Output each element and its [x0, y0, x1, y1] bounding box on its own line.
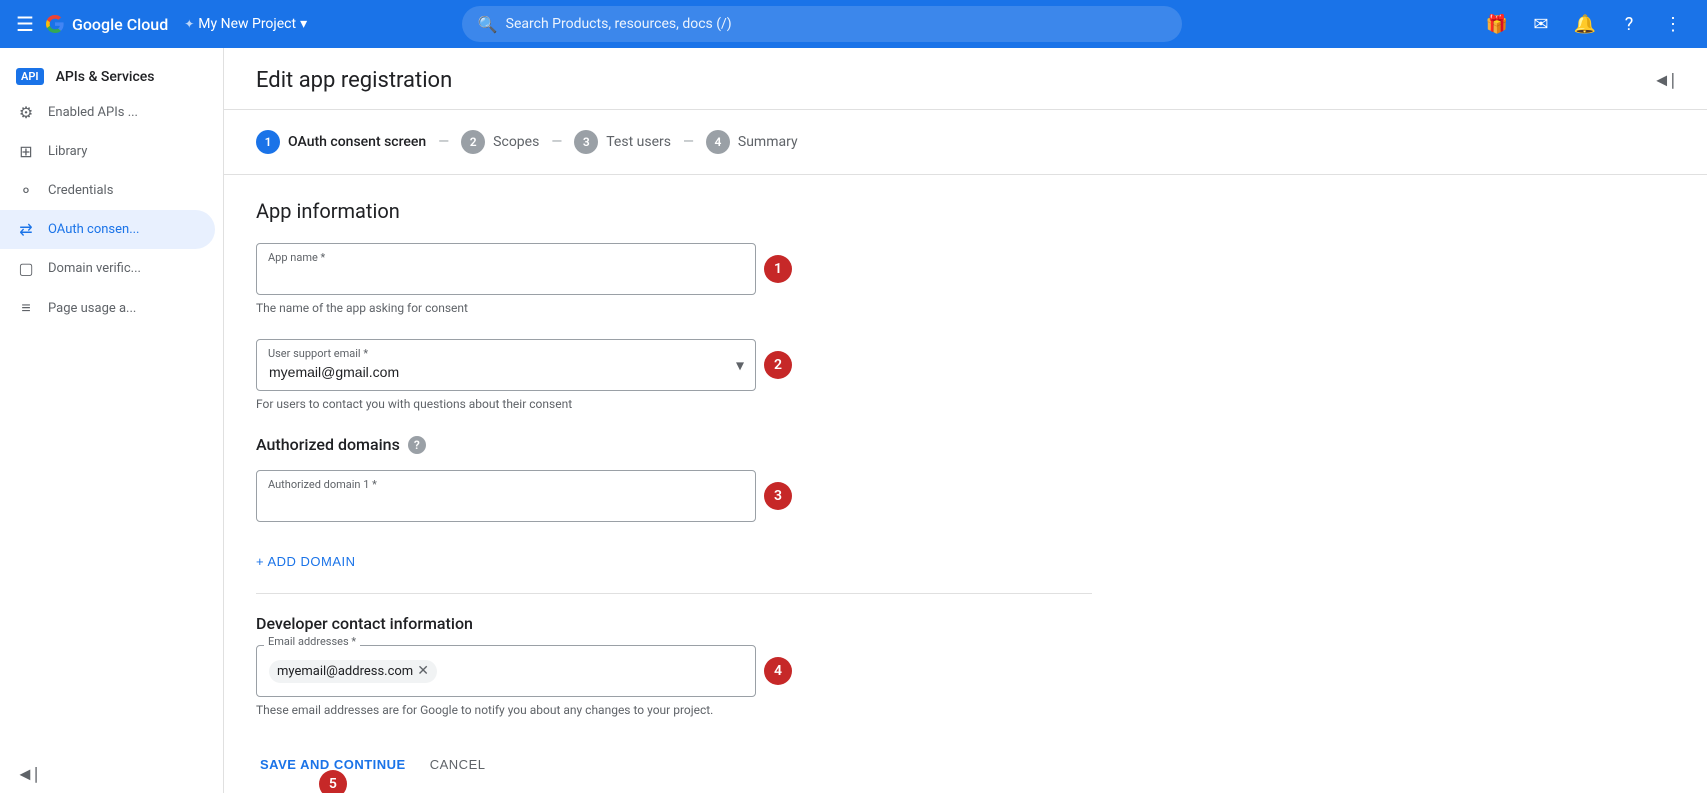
user-support-email-field-group: User support email * myemail@gmail.com ▾…	[256, 339, 1092, 411]
project-dropdown-icon: ▾	[300, 16, 307, 32]
save-btn-wrapper: SAVE AND CONTINUE 5	[256, 749, 410, 780]
bottom-collapse-icon: ◄|	[16, 764, 38, 785]
page-header: Edit app registration ◄|	[224, 48, 1707, 110]
app-name-field-group: App name * 1 The name of the app asking …	[256, 243, 1092, 315]
library-icon: ⊞	[16, 142, 36, 161]
user-support-email-wrapper: User support email * myemail@gmail.com ▾…	[256, 339, 756, 391]
bell-icon-btn[interactable]: 🔔	[1567, 6, 1603, 42]
sidebar-item-domain-verif[interactable]: ▢ Domain verific...	[0, 249, 215, 288]
step-4-label: Summary	[738, 134, 798, 150]
email-chip-text: myemail@address.com	[277, 664, 413, 679]
step-3: 3 Test users	[574, 130, 671, 154]
project-name: My New Project	[198, 16, 296, 32]
add-domain-button[interactable]: + ADD DOMAIN	[256, 546, 356, 577]
app-name-hint: The name of the app asking for consent	[256, 301, 1092, 315]
page-title: Edit app registration	[256, 68, 452, 93]
step-1-circle: 1	[256, 130, 280, 154]
app-name-input-wrapper: App name * 1	[256, 243, 756, 295]
search-icon: 🔍	[478, 15, 498, 34]
step-4-circle: 4	[706, 130, 730, 154]
app-info-title: App information	[256, 199, 1092, 223]
step-divider-2: —	[551, 134, 562, 150]
user-support-email-hint: For users to contact you with questions …	[256, 397, 1092, 411]
logo-text: Google Cloud	[72, 15, 168, 34]
step-3-label: Test users	[606, 134, 671, 150]
menu-icon[interactable]: ☰	[16, 12, 34, 36]
email-addresses-wrapper: Email addresses * myemail@address.com ✕ …	[256, 645, 756, 697]
action-buttons: SAVE AND CONTINUE 5 CANCEL	[256, 749, 1092, 793]
email-chip-remove-icon[interactable]: ✕	[417, 664, 429, 678]
sidebar-item-enabled-apis[interactable]: ⚙ Enabled APIs ...	[0, 93, 215, 132]
sidebar-item-label: Library	[48, 144, 87, 159]
email-addresses-field-group: Email addresses * myemail@address.com ✕ …	[256, 645, 1092, 717]
step-4: 4 Summary	[706, 130, 798, 154]
oauth-icon: ⇄	[16, 220, 36, 239]
step-1-label: OAuth consent screen	[288, 134, 426, 150]
api-badge: API	[16, 68, 44, 85]
help-icon-btn[interactable]: ?	[1611, 6, 1647, 42]
step-3-circle: 3	[574, 130, 598, 154]
step-1: 1 OAuth consent screen	[256, 130, 426, 154]
sidebar-item-label: Page usage a...	[48, 301, 136, 316]
sidebar-header: API APIs & Services	[0, 56, 223, 93]
sidebar-title: APIs & Services	[56, 69, 155, 85]
email-addresses-label: Email addresses *	[264, 635, 360, 648]
authorized-domain-wrapper: Authorized domain 1 * 3	[256, 470, 756, 522]
page-icon: ≡	[16, 298, 36, 318]
developer-section: Developer contact information Email addr…	[256, 593, 1092, 717]
step-2: 2 Scopes	[461, 130, 539, 154]
collapse-btn[interactable]: ◄|	[1653, 70, 1675, 91]
email-chip: myemail@address.com ✕	[269, 660, 437, 683]
annotation-5: 5	[319, 770, 347, 793]
step-2-label: Scopes	[493, 134, 539, 150]
cancel-button[interactable]: CANCEL	[426, 749, 490, 780]
step-divider-1: —	[438, 134, 449, 150]
user-support-email-select[interactable]: myemail@gmail.com	[256, 339, 756, 391]
authorized-domain-field-group: Authorized domain 1 * 3	[256, 470, 1092, 522]
annotation-4: 4	[764, 657, 792, 685]
search-bar[interactable]: 🔍 Search Products, resources, docs (/)	[462, 6, 1182, 42]
sidebar-item-credentials[interactable]: ⚬ Credentials	[0, 171, 215, 210]
domain-icon: ▢	[16, 259, 36, 278]
form-content: App information App name * 1 The name of…	[224, 175, 1124, 793]
mail-icon-btn[interactable]: ✉	[1523, 6, 1559, 42]
annotation-2: 2	[764, 351, 792, 379]
section-divider	[256, 593, 1092, 594]
top-nav: ☰ Google Cloud ✦ My New Project ▾ 🔍 Sear…	[0, 0, 1707, 48]
search-placeholder: Search Products, resources, docs (/)	[506, 16, 732, 32]
help-icon[interactable]: ?	[408, 436, 426, 454]
more-icon-btn[interactable]: ⋮	[1655, 6, 1691, 42]
sidebar-item-library[interactable]: ⊞ Library	[0, 132, 215, 171]
stepper: 1 OAuth consent screen — 2 Scopes — 3 Te…	[224, 110, 1707, 175]
main-content: Edit app registration ◄| 1 OAuth consent…	[224, 48, 1707, 793]
gift-icon-btn[interactable]: 🎁	[1479, 6, 1515, 42]
sidebar-item-page-usage[interactable]: ≡ Page usage a...	[0, 288, 215, 328]
annotation-3: 3	[764, 482, 792, 510]
authorized-domains-title: Authorized domains	[256, 435, 400, 454]
email-addresses-box[interactable]: Email addresses * myemail@address.com ✕	[256, 645, 756, 697]
top-nav-actions: 🎁 ✉ 🔔 ? ⋮	[1479, 6, 1691, 42]
authorized-domains-header: Authorized domains ?	[256, 435, 1092, 454]
sidebar-item-label: Enabled APIs ...	[48, 105, 138, 120]
layout: API APIs & Services ⚙ Enabled APIs ... ⊞…	[0, 48, 1707, 793]
sidebar-item-label: Credentials	[48, 183, 113, 198]
step-divider-3: —	[683, 134, 694, 150]
app-name-input[interactable]	[256, 243, 756, 295]
authorized-domain-input[interactable]	[256, 470, 756, 522]
email-hint: These email addresses are for Google to …	[256, 703, 1092, 717]
google-cloud-logo: Google Cloud	[46, 15, 168, 34]
sidebar-item-label: OAuth consen...	[48, 222, 140, 237]
sidebar: API APIs & Services ⚙ Enabled APIs ... ⊞…	[0, 48, 224, 793]
sidebar-item-oauth-consent[interactable]: ⇄ OAuth consen...	[0, 210, 215, 249]
settings-icon: ⚙	[16, 103, 36, 122]
key-icon: ⚬	[16, 181, 36, 200]
annotation-1: 1	[764, 255, 792, 283]
bottom-collapse-btn[interactable]: ◄|	[0, 756, 54, 793]
project-selector[interactable]: ✦ My New Project ▾	[184, 16, 307, 32]
developer-title: Developer contact information	[256, 614, 1092, 633]
sidebar-item-label: Domain verific...	[48, 261, 141, 276]
step-2-circle: 2	[461, 130, 485, 154]
